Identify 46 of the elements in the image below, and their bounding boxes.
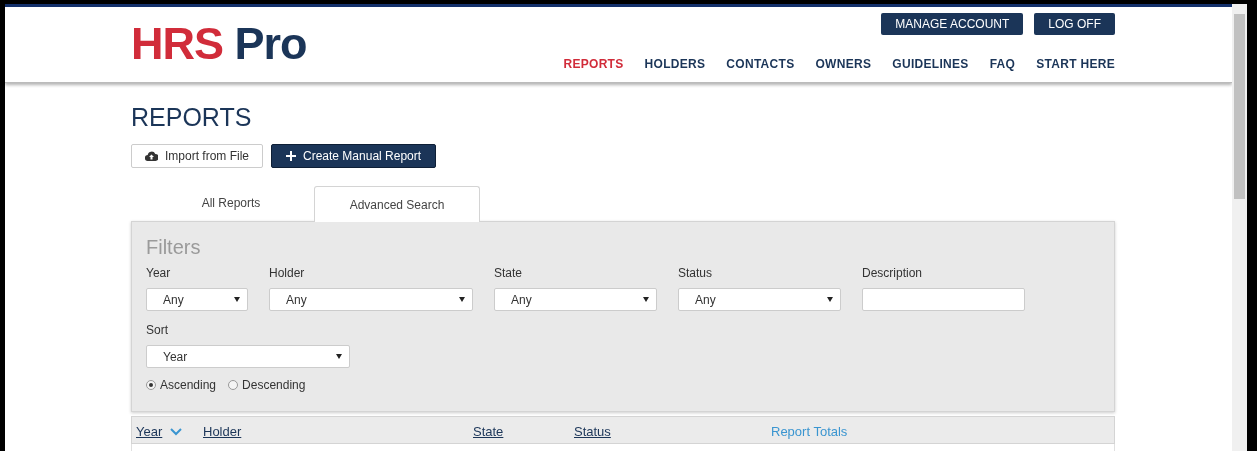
dropdown-arrow-icon bbox=[643, 297, 649, 302]
dropdown[interactable]: Any bbox=[494, 288, 657, 311]
nav-link[interactable]: OWNERS bbox=[815, 55, 872, 73]
dropdown-arrow-icon bbox=[827, 297, 833, 302]
tab[interactable]: All Reports bbox=[148, 185, 314, 221]
tab[interactable]: Advanced Search bbox=[314, 186, 480, 222]
radio-label[interactable]: Descending bbox=[242, 376, 306, 394]
dropdown-arrow-icon bbox=[459, 297, 465, 302]
account-button[interactable]: MANAGE ACCOUNT bbox=[881, 13, 1024, 35]
column-header: Report Totals bbox=[771, 423, 848, 441]
column-header-link[interactable]: State bbox=[473, 422, 504, 442]
dropdown[interactable]: Any bbox=[146, 288, 248, 311]
nav-link[interactable]: CONTACTS bbox=[726, 55, 795, 73]
nav-link[interactable]: GUIDELINES bbox=[892, 55, 969, 73]
description-input[interactable] bbox=[862, 288, 1025, 311]
radio-button[interactable] bbox=[146, 380, 156, 390]
dropdown[interactable]: Year bbox=[146, 345, 350, 368]
field-label: State bbox=[494, 265, 524, 282]
dropdown-arrow-icon bbox=[336, 354, 342, 359]
nav-link[interactable]: REPORTS bbox=[563, 55, 624, 73]
scrollbar-thumb[interactable] bbox=[1234, 14, 1245, 199]
nav-link[interactable]: START HERE bbox=[1036, 55, 1115, 73]
import-button[interactable]: Import from File bbox=[131, 144, 263, 168]
column-header-link[interactable]: Holder bbox=[203, 422, 242, 442]
column-header-link[interactable]: Status bbox=[574, 422, 611, 442]
field-label: Description bbox=[862, 265, 924, 282]
radio-label[interactable]: Ascending bbox=[160, 376, 217, 394]
dropdown[interactable]: Any bbox=[678, 288, 841, 311]
dropdown-arrow-icon bbox=[234, 297, 240, 302]
field-label: Holder bbox=[269, 265, 306, 282]
nav-link[interactable]: FAQ bbox=[989, 55, 1016, 73]
column-header-link[interactable]: Year bbox=[136, 422, 163, 442]
logo[interactable]: HRS Pro bbox=[131, 7, 307, 73]
field-label: Sort bbox=[146, 322, 169, 339]
chevron-down-icon[interactable] bbox=[170, 427, 183, 436]
plus-icon bbox=[286, 151, 296, 161]
field-label: Status bbox=[678, 265, 714, 282]
radio-button[interactable] bbox=[228, 380, 239, 390]
cloud-upload-icon bbox=[145, 151, 158, 161]
dropdown[interactable]: Any bbox=[269, 288, 473, 311]
account-button[interactable]: LOG OFF bbox=[1034, 13, 1115, 35]
nav-link[interactable]: HOLDERS bbox=[644, 55, 706, 73]
page-title: REPORTS bbox=[131, 102, 253, 132]
field-label: Year bbox=[146, 265, 172, 282]
create-report-button[interactable]: Create Manual Report bbox=[271, 144, 437, 168]
filters-heading: Filters bbox=[146, 235, 202, 259]
